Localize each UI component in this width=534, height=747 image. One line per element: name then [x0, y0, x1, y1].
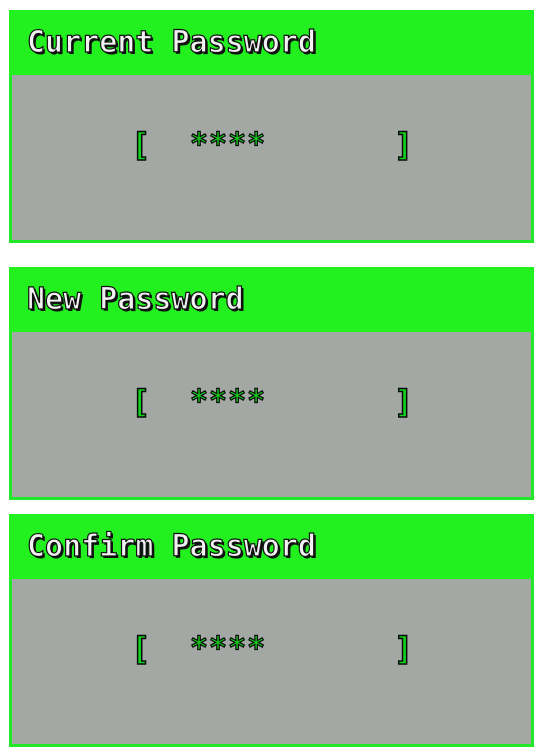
new-password-bracket-close: ] — [393, 382, 414, 422]
confirm-password-bracket-open: [ — [130, 629, 151, 669]
current-password-title: Current Password — [26, 24, 316, 60]
confirm-password-bracket-close: ] — [393, 629, 414, 669]
confirm-password-panel: Confirm Password [ **** ] — [9, 514, 534, 747]
current-password-bracket-close: ] — [393, 125, 414, 165]
password-change-screen: Current Password [ **** ] New Password [… — [0, 0, 534, 747]
confirm-password-field[interactable]: [ **** ] — [12, 629, 531, 669]
new-password-title: New Password — [26, 281, 244, 317]
new-password-panel: New Password [ **** ] — [9, 267, 534, 500]
new-password-masked-value[interactable]: **** — [189, 382, 266, 422]
confirm-password-title: Confirm Password — [26, 528, 316, 564]
current-password-field[interactable]: [ **** ] — [12, 125, 531, 165]
new-password-field[interactable]: [ **** ] — [12, 382, 531, 422]
new-password-bracket-open: [ — [130, 382, 151, 422]
current-password-masked-value[interactable]: **** — [189, 125, 266, 165]
current-password-panel: Current Password [ **** ] — [9, 10, 534, 243]
current-password-bracket-open: [ — [130, 125, 151, 165]
new-password-header: New Password — [9, 267, 534, 332]
confirm-password-masked-value[interactable]: **** — [189, 629, 266, 669]
current-password-header: Current Password — [9, 10, 534, 75]
confirm-password-header: Confirm Password — [9, 514, 534, 579]
